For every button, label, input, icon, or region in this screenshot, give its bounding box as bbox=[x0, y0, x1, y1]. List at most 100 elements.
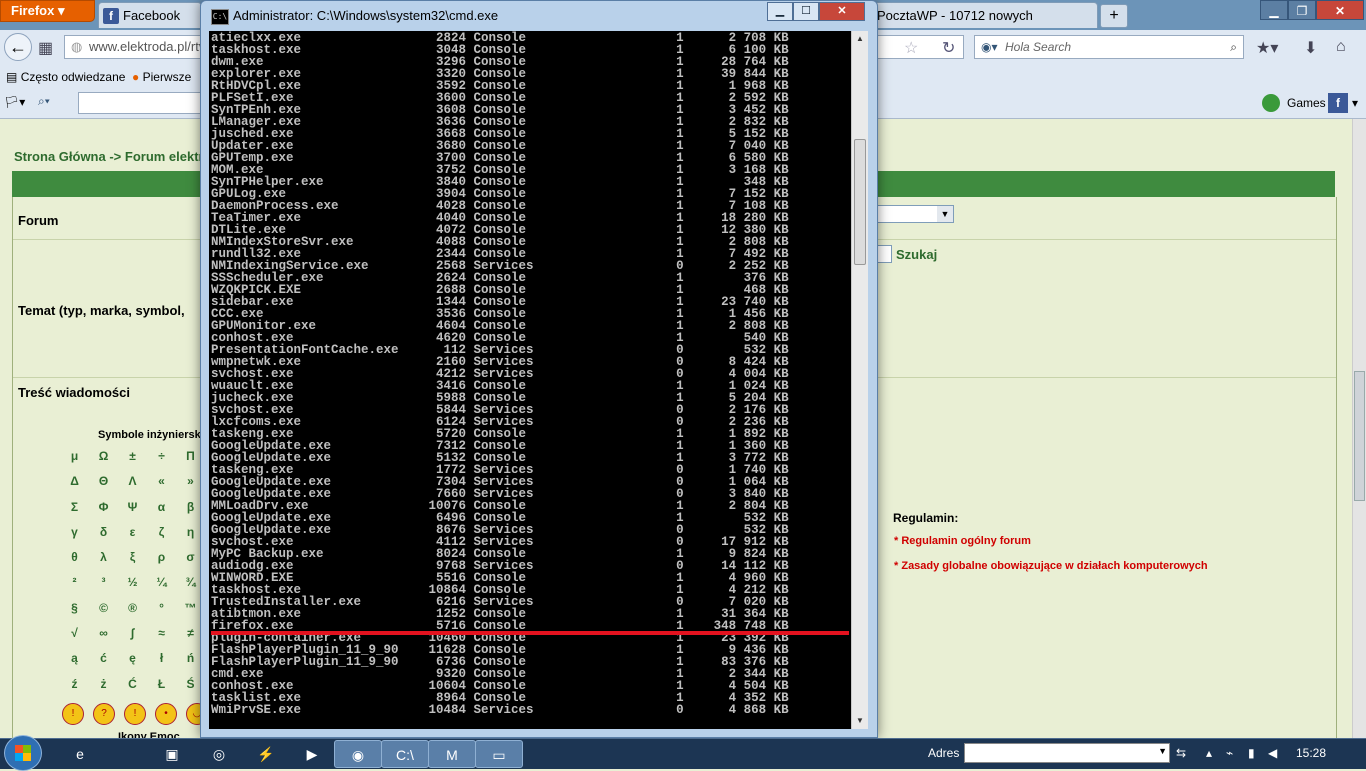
bookmarks-menu-icon[interactable]: ★▾ bbox=[1256, 38, 1278, 58]
symbol-button[interactable]: ę bbox=[118, 651, 147, 676]
cmd-titlebar[interactable]: C:\ Administrator: C:\Windows\system32\c… bbox=[201, 1, 877, 31]
toolbar-search-input[interactable] bbox=[78, 92, 218, 114]
bookmark-star-icon[interactable]: ☆ bbox=[904, 38, 918, 58]
reload-icon[interactable]: ↻ bbox=[942, 38, 955, 58]
symbol-button[interactable]: ź bbox=[60, 677, 89, 702]
symbol-button[interactable]: ż bbox=[89, 677, 118, 702]
remote-desktop-icon[interactable]: ▭ bbox=[475, 740, 523, 768]
symbol-button[interactable]: Λ bbox=[118, 474, 147, 499]
scrollbar-thumb[interactable] bbox=[1354, 371, 1365, 501]
scroll-down-arrow-icon[interactable]: ▼ bbox=[852, 713, 868, 729]
symbol-button[interactable]: θ bbox=[60, 550, 89, 575]
symbol-button[interactable]: Ω bbox=[89, 449, 118, 474]
symbol-button[interactable]: ® bbox=[118, 601, 147, 626]
symbol-button[interactable]: ÷ bbox=[147, 449, 176, 474]
breadcrumb[interactable]: Strona Główna -> Forum elektroda bbox=[14, 149, 227, 164]
clock[interactable]: 15:28 bbox=[1296, 746, 1326, 760]
symbol-button[interactable]: ρ bbox=[147, 550, 176, 575]
cmd-window[interactable]: C:\ Administrator: C:\Windows\system32\c… bbox=[200, 0, 878, 738]
grid-icon[interactable]: ▦ bbox=[38, 38, 53, 58]
cmd-minimize-button[interactable]: ▁ bbox=[767, 2, 793, 21]
symbol-button[interactable]: ą bbox=[60, 651, 89, 676]
symbol-button[interactable]: α bbox=[147, 500, 176, 525]
save-disk-icon[interactable]: ▣ bbox=[148, 740, 196, 768]
facebook-icon[interactable]: f bbox=[1328, 93, 1348, 113]
symbol-button[interactable]: ¼ bbox=[147, 575, 176, 600]
symbol-button[interactable]: § bbox=[60, 601, 89, 626]
power-icon[interactable]: ⌁ bbox=[1226, 746, 1233, 760]
smiley-icon[interactable]: ? bbox=[93, 703, 115, 725]
page-scrollbar[interactable] bbox=[1352, 119, 1366, 739]
scrollbar-thumb[interactable] bbox=[854, 139, 866, 265]
symbol-button[interactable]: λ bbox=[89, 550, 118, 575]
symbol-button[interactable]: Ć bbox=[118, 677, 147, 702]
tab-pocztawp[interactable]: PocztaWP - 10712 nowych bbox=[850, 2, 1098, 28]
symbol-button[interactable]: ≈ bbox=[147, 626, 176, 651]
symbol-button[interactable]: ζ bbox=[147, 525, 176, 550]
flash-icon[interactable]: ⚡ bbox=[242, 740, 290, 768]
smiley-icon[interactable]: ! bbox=[62, 703, 84, 725]
flag-icon[interactable]: 🏳▾ bbox=[4, 95, 25, 109]
search-input[interactable]: ◉▾ Hola Search ⌕ bbox=[974, 35, 1244, 59]
search-button[interactable]: Szukaj bbox=[896, 247, 937, 262]
minimize-button[interactable]: ▁ bbox=[1260, 0, 1288, 20]
chevron-down-icon[interactable]: ▾ bbox=[1352, 96, 1358, 110]
bookmark-item-often-visited[interactable]: ▤ Często odwiedzane bbox=[6, 64, 125, 90]
symbol-button[interactable]: © bbox=[89, 601, 118, 626]
console-output[interactable]: atieclxx.exe 2824 Console 1 2 708 KB task… bbox=[209, 31, 851, 729]
symbol-button[interactable]: ∞ bbox=[89, 626, 118, 651]
search-icon[interactable]: ⌕ bbox=[1230, 36, 1237, 58]
back-button[interactable]: ← bbox=[4, 33, 32, 61]
media-player-icon[interactable]: ▶ bbox=[288, 740, 336, 768]
start-button[interactable] bbox=[4, 735, 42, 771]
symbol-button[interactable]: Σ bbox=[60, 500, 89, 525]
ie-icon[interactable]: e bbox=[56, 740, 104, 768]
cmd-scrollbar[interactable]: ▲ ▼ bbox=[851, 31, 868, 729]
symbol-button[interactable]: δ bbox=[89, 525, 118, 550]
rules-link-computer[interactable]: * Zasady globalne obowiązujące w działac… bbox=[894, 560, 1208, 572]
smiley-icon[interactable]: • bbox=[155, 703, 177, 725]
symbol-button[interactable]: ± bbox=[118, 449, 147, 474]
symbol-button[interactable]: Ł bbox=[147, 677, 176, 702]
network-icon[interactable]: ▮ bbox=[1248, 746, 1255, 760]
tab-facebook[interactable]: f Facebook bbox=[98, 2, 202, 28]
symbol-button[interactable]: ε bbox=[118, 525, 147, 550]
home-icon[interactable]: ⌂ bbox=[1336, 38, 1346, 56]
download-icon[interactable]: ⬇ bbox=[1304, 38, 1317, 58]
symbol-button[interactable]: μ bbox=[60, 449, 89, 474]
symbol-button[interactable]: « bbox=[147, 474, 176, 499]
smiley-icon[interactable]: ! bbox=[124, 703, 146, 725]
malwarebytes-icon[interactable]: M bbox=[428, 740, 476, 768]
cmd-close-button[interactable]: ✕ bbox=[819, 2, 865, 21]
games-icon[interactable] bbox=[1262, 94, 1280, 112]
bookmark-item-first[interactable]: ● Pierwsze bbox=[132, 64, 191, 90]
scroll-up-arrow-icon[interactable]: ▲ bbox=[852, 31, 868, 47]
symbol-button[interactable]: ξ bbox=[118, 550, 147, 575]
symbol-button[interactable]: Ψ bbox=[118, 500, 147, 525]
firefox-icon[interactable]: ◉ bbox=[334, 740, 382, 768]
address-input[interactable]: ▼ bbox=[964, 743, 1170, 763]
cmd-icon[interactable]: C:\ bbox=[381, 740, 429, 768]
symbol-button[interactable]: ½ bbox=[118, 575, 147, 600]
symbol-button[interactable]: ° bbox=[147, 601, 176, 626]
new-tab-button[interactable]: + bbox=[1100, 4, 1128, 28]
symbol-button[interactable]: Θ bbox=[89, 474, 118, 499]
symbol-button[interactable]: ∫ bbox=[118, 626, 147, 651]
symbol-button[interactable]: γ bbox=[60, 525, 89, 550]
maximize-button[interactable]: ❐ bbox=[1288, 0, 1316, 20]
firefox-menu-button[interactable]: Firefox ▾ bbox=[0, 0, 95, 22]
search-icon[interactable]: ⌕▾ bbox=[38, 94, 50, 109]
cmd-maximize-button[interactable]: ☐ bbox=[793, 2, 819, 21]
symbol-button[interactable]: ³ bbox=[89, 575, 118, 600]
symbol-button[interactable]: Φ bbox=[89, 500, 118, 525]
volume-icon[interactable]: ◀ bbox=[1268, 746, 1277, 760]
rules-link-general[interactable]: * Regulamin ogólny forum bbox=[894, 535, 1031, 547]
refresh-icon[interactable]: ⇆ bbox=[1176, 746, 1186, 760]
symbol-button[interactable]: ć bbox=[89, 651, 118, 676]
tray-arrow-icon[interactable]: ▴ bbox=[1206, 746, 1212, 760]
close-button[interactable]: ✕ bbox=[1316, 0, 1364, 20]
symbol-button[interactable]: ² bbox=[60, 575, 89, 600]
chevron-down-icon[interactable]: ▼ bbox=[1158, 746, 1167, 756]
chrome-icon[interactable]: ◎ bbox=[195, 740, 243, 768]
symbol-button[interactable]: √ bbox=[60, 626, 89, 651]
